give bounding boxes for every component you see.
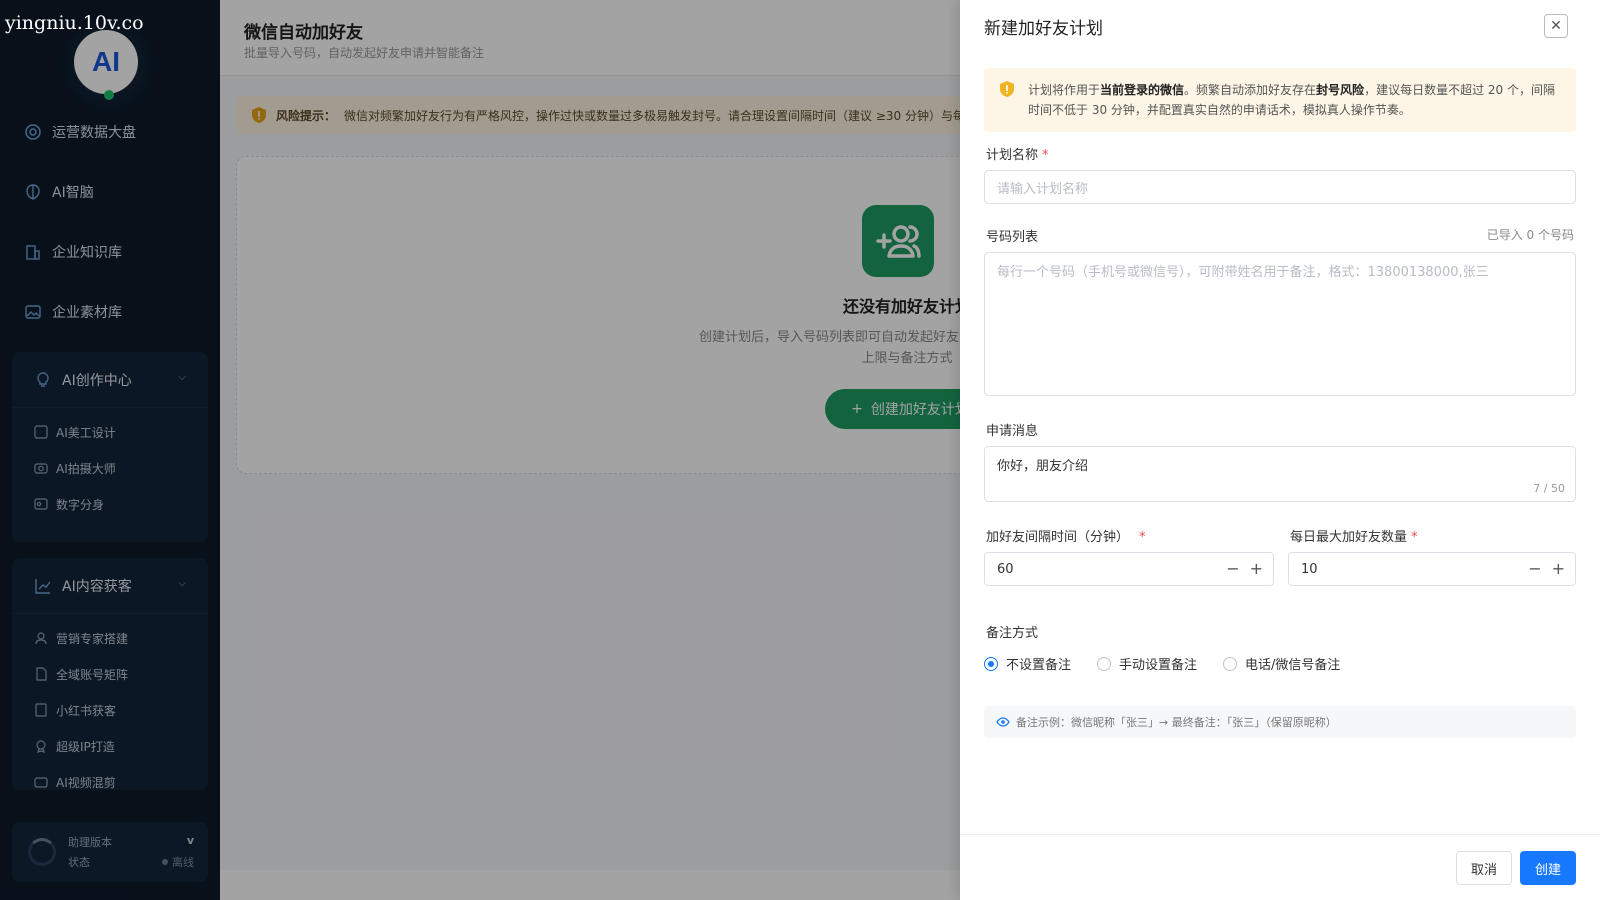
new-plan-drawer: 新建加好友计划 ✕ 计划将作用于当前登录的微信。频繁自动添加好友存在封号风险，建… — [960, 0, 1600, 900]
remark-option-manual[interactable]: 手动设置备注 — [1097, 654, 1197, 673]
daily-max-label: 每日最大加好友数量 * — [1290, 526, 1418, 545]
notice-text: 计划将作用于 — [1028, 83, 1101, 97]
remark-example-text: 备注示例：微信昵称「张三」→ 最终备注：「张三」（保留原昵称） — [1016, 716, 1337, 729]
cancel-button[interactable]: 取消 — [1456, 851, 1512, 885]
create-button[interactable]: 创建 — [1520, 851, 1576, 885]
remark-example: 备注示例：微信昵称「张三」→ 最终备注：「张三」（保留原昵称） — [984, 706, 1576, 738]
plan-name-label: 计划名称 * — [986, 144, 1049, 163]
imported-count: 已导入 0 个号码 — [1486, 228, 1574, 242]
required-mark: * — [1411, 530, 1418, 545]
radio-label: 电话/微信号备注 — [1245, 658, 1341, 673]
remark-label: 备注方式 — [986, 626, 1039, 641]
message-char-count: 7 / 50 — [1533, 482, 1565, 495]
label-text: 加好友间隔时间（分钟） — [986, 530, 1130, 545]
daily-max-value: 10 — [1301, 561, 1318, 577]
radio-checked-icon — [984, 656, 998, 671]
interval-stepper[interactable]: 60 − + — [984, 552, 1274, 586]
message-textarea[interactable]: 你好，朋友介绍 7 / 50 — [984, 446, 1576, 502]
required-mark: * — [1139, 530, 1146, 545]
minus-icon[interactable]: − — [1528, 559, 1541, 578]
plan-name-input[interactable]: 请输入计划名称 — [984, 170, 1576, 204]
label-text: 每日最大加好友数量 — [1290, 530, 1408, 545]
radio-label: 手动设置备注 — [1119, 658, 1198, 673]
notice-bold: 当前登录的微信 — [1100, 83, 1185, 97]
required-mark: * — [1042, 148, 1049, 163]
remark-radio-group: 不设置备注 手动设置备注 电话/微信号备注 — [984, 654, 1340, 673]
interval-stepper-controls: − + — [1226, 559, 1263, 578]
daily-max-stepper[interactable]: 10 − + — [1288, 552, 1576, 586]
remark-option-none[interactable]: 不设置备注 — [984, 654, 1071, 673]
notice-line-1: 计划将作用于当前登录的微信。频繁自动添加好友存在封号风险，建议每日数量不超过 2… — [1028, 80, 1558, 100]
radio-unchecked-icon — [1223, 656, 1238, 671]
radio-label: 不设置备注 — [1006, 658, 1072, 673]
message-value: 你好，朋友介绍 — [997, 459, 1089, 474]
plus-icon[interactable]: + — [1250, 559, 1263, 578]
risk-notice: 计划将作用于当前登录的微信。频繁自动添加好友存在封号风险，建议每日数量不超过 2… — [984, 68, 1576, 132]
daily-max-stepper-controls: − + — [1528, 559, 1565, 578]
drawer-title: 新建加好友计划 — [984, 19, 1103, 39]
drawer-footer: 取消 创建 — [960, 834, 1600, 900]
eye-icon — [996, 715, 1010, 729]
plan-name-placeholder: 请输入计划名称 — [997, 181, 1089, 197]
label-text: 计划名称 — [986, 148, 1039, 163]
notice-bold: 封号风险 — [1316, 83, 1365, 97]
notice-line-2: 时间不低于 30 分钟，并配置真实自然的申请话术，模拟真人操作节奏。 — [1028, 103, 1411, 117]
number-list-label: 号码列表 — [986, 230, 1039, 245]
watermark-text: yingniu.10v.co — [5, 12, 144, 34]
notice-text: 。频繁自动添加好友存在 — [1184, 83, 1317, 97]
radio-unchecked-icon — [1097, 656, 1112, 671]
remark-option-phone[interactable]: 电话/微信号备注 — [1223, 654, 1340, 673]
number-list-placeholder: 每行一个号码（手机号或微信号），可附带姓名用于备注，格式：13800138000… — [997, 265, 1489, 280]
minus-icon[interactable]: − — [1226, 559, 1239, 578]
notice-text: ，建议每日数量不超过 20 个，间隔 — [1364, 83, 1555, 97]
interval-label: 加好友间隔时间（分钟） * — [986, 526, 1146, 545]
shield-warning-icon — [998, 80, 1016, 98]
plus-icon[interactable]: + — [1552, 559, 1565, 578]
number-list-textarea[interactable]: 每行一个号码（手机号或微信号），可附带姓名用于备注，格式：13800138000… — [984, 252, 1576, 396]
close-icon: ✕ — [1550, 18, 1562, 34]
message-label: 申请消息 — [986, 424, 1039, 439]
interval-value: 60 — [997, 561, 1014, 577]
close-button[interactable]: ✕ — [1544, 14, 1568, 38]
